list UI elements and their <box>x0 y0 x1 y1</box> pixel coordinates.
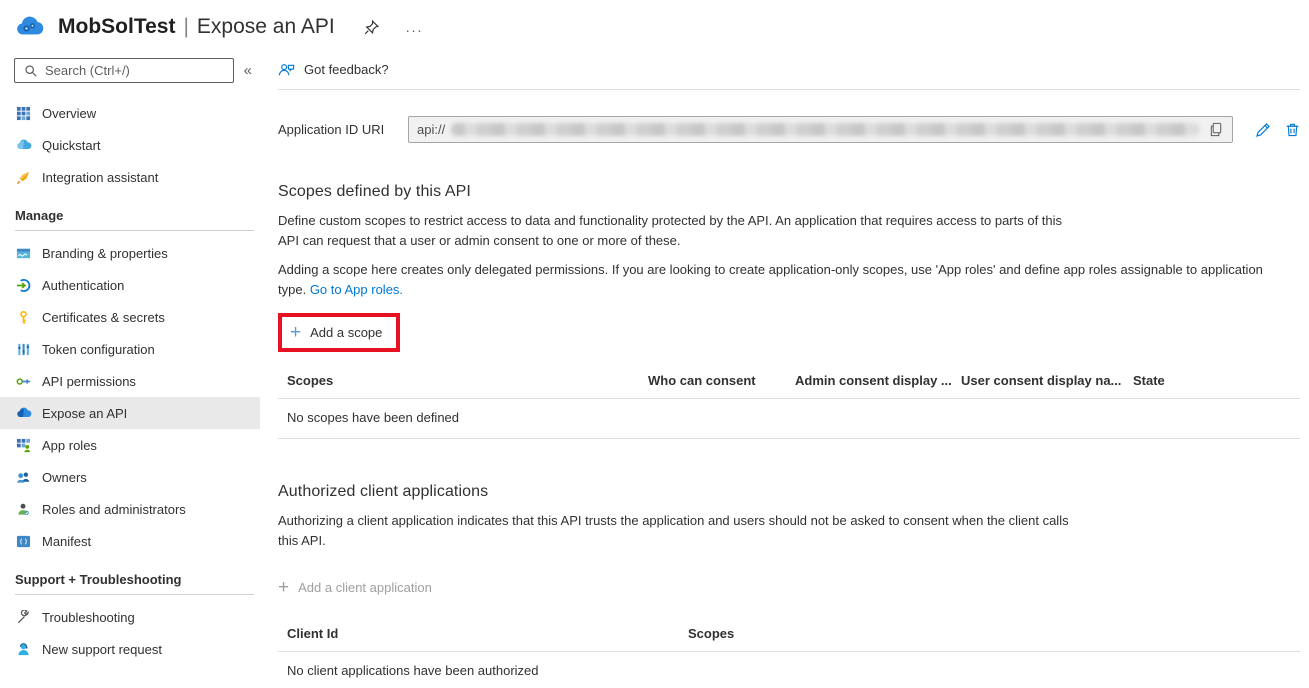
add-a-client-application-button[interactable]: + Add a client application <box>278 572 446 603</box>
sidebar-item-owners[interactable]: Owners <box>0 461 260 493</box>
scopes-empty-message: No scopes have been defined <box>278 399 1300 439</box>
app-cloud-badge-icon <box>14 11 46 43</box>
sidebar-item-label: Expose an API <box>42 406 127 421</box>
sidebar-section-support: Support + Troubleshooting <box>0 557 260 594</box>
sidebar-item-new-support-request[interactable]: New support request <box>0 633 260 665</box>
divider <box>15 230 254 231</box>
sidebar-item-token-configuration[interactable]: Token configuration <box>0 333 260 365</box>
authorized-clients-heading: Authorized client applications <box>278 483 1300 501</box>
quickstart-cloud-icon <box>15 137 32 154</box>
sidebar-item-label: Token configuration <box>42 342 155 357</box>
sidebar-item-label: Manifest <box>42 534 91 549</box>
sliders-icon <box>15 341 32 358</box>
application-id-uri-prefix: api:// <box>417 122 445 137</box>
application-id-uri-label: Application ID URI <box>278 122 396 137</box>
sidebar-item-label: App roles <box>42 438 97 453</box>
pin-icon[interactable] <box>363 19 380 36</box>
sidebar-item-manifest[interactable]: Manifest <box>0 525 260 557</box>
edit-pencil-icon[interactable] <box>1255 122 1271 138</box>
application-id-uri-value-redacted <box>451 123 1199 136</box>
picture-icon <box>15 245 32 262</box>
cloud-icon <box>15 405 32 422</box>
add-a-scope-button[interactable]: + Add a scope <box>282 317 396 348</box>
sidebar-item-authentication[interactable]: Authentication <box>0 269 260 301</box>
sidebar-item-certificates-secrets[interactable]: Certificates & secrets <box>0 301 260 333</box>
collapse-sidebar-chevron[interactable]: « <box>244 62 252 79</box>
scopes-description-1: Define custom scopes to restrict access … <box>278 211 1078 250</box>
divider <box>15 594 254 595</box>
signin-arrow-icon <box>15 277 32 294</box>
sidebar-item-label: Troubleshooting <box>42 610 135 625</box>
column-header-client-id: Client Id <box>278 617 679 652</box>
got-feedback-label: Got feedback? <box>304 62 389 77</box>
sidebar-item-label: Roles and administrators <box>42 502 186 517</box>
sidebar-item-troubleshooting[interactable]: Troubleshooting <box>0 601 260 633</box>
people-icon <box>15 469 32 486</box>
plus-icon: + <box>278 578 289 597</box>
rocket-icon <box>15 169 32 186</box>
sidebar-section-manage: Manage <box>0 193 260 230</box>
column-header-state: State <box>1124 364 1300 399</box>
sidebar-item-label: Authentication <box>42 278 124 293</box>
search-icon <box>22 62 39 79</box>
feedback-icon <box>278 61 295 78</box>
sidebar-item-api-permissions[interactable]: API permissions <box>0 365 260 397</box>
sidebar-item-roles-administrators[interactable]: Roles and administrators <box>0 493 260 525</box>
add-a-scope-label: Add a scope <box>310 325 382 340</box>
sidebar-item-label: New support request <box>42 642 162 657</box>
application-id-uri-field[interactable]: api:// <box>408 116 1233 143</box>
grid-icon <box>15 105 32 122</box>
sidebar-item-label: Branding & properties <box>42 246 168 261</box>
authorized-clients-description: Authorizing a client application indicat… <box>278 511 1088 550</box>
app-name: MobSolTest <box>58 15 175 39</box>
sidebar-item-label: Owners <box>42 470 87 485</box>
column-header-scopes: Scopes <box>278 364 639 399</box>
title-separator: | <box>183 15 188 39</box>
sidebar-item-app-roles[interactable]: App roles <box>0 429 260 461</box>
sidebar-item-label: Quickstart <box>42 138 101 153</box>
scopes-table: Scopes Who can consent Admin consent dis… <box>278 364 1300 439</box>
scopes-description-2: Adding a scope here creates only delegat… <box>278 260 1278 299</box>
got-feedback-button[interactable]: Got feedback? <box>278 50 1300 90</box>
manifest-icon <box>15 533 32 550</box>
highlight-red-box: + Add a scope <box>278 313 400 352</box>
more-options-icon[interactable]: ... <box>406 19 424 35</box>
sidebar-item-expose-an-api[interactable]: Expose an API <box>0 397 260 429</box>
scopes-description-2-text: Adding a scope here creates only delegat… <box>278 262 1263 297</box>
clients-empty-message: No client applications have been authori… <box>278 652 1300 688</box>
column-header-user-consent-display: User consent display na... <box>952 364 1124 399</box>
page-title: MobSolTest | Expose an API <box>58 15 335 39</box>
sidebar-item-label: Integration assistant <box>42 170 158 185</box>
sidebar-item-quickstart[interactable]: Quickstart <box>0 129 260 161</box>
copy-icon[interactable] <box>1209 122 1224 137</box>
sidebar-item-integration-assistant[interactable]: Integration assistant <box>0 161 260 193</box>
column-header-who-can-consent: Who can consent <box>639 364 786 399</box>
blade-content: Got feedback? Application ID URI api:// <box>260 48 1309 688</box>
add-a-client-application-label: Add a client application <box>298 580 432 595</box>
column-header-admin-consent-display: Admin consent display ... <box>786 364 952 399</box>
sidebar-item-label: Certificates & secrets <box>42 310 165 325</box>
admin-person-icon <box>15 501 32 518</box>
sidebar-item-overview[interactable]: Overview <box>0 97 260 129</box>
wrench-icon <box>15 609 32 626</box>
delete-trash-icon[interactable] <box>1285 122 1300 137</box>
sidebar-search[interactable] <box>14 58 234 83</box>
client-applications-table: Client Id Scopes No client applications … <box>278 617 1300 688</box>
plug-icon <box>15 373 32 390</box>
sidebar-item-label: Overview <box>42 106 96 121</box>
sidebar-item-branding-properties[interactable]: Branding & properties <box>0 237 260 269</box>
sidebar: « Overview <box>0 48 260 688</box>
go-to-app-roles-link[interactable]: Go to App roles. <box>310 282 403 297</box>
key-icon <box>15 309 32 326</box>
app-roles-icon <box>15 437 32 454</box>
application-id-uri-row: Application ID URI api:// <box>278 116 1300 143</box>
support-person-icon <box>15 641 32 658</box>
sidebar-item-label: API permissions <box>42 374 136 389</box>
page-header: MobSolTest | Expose an API ... <box>0 0 1309 48</box>
blade-title: Expose an API <box>197 15 335 39</box>
plus-icon: + <box>290 323 301 342</box>
scopes-section-heading: Scopes defined by this API <box>278 183 1300 201</box>
column-header-client-scopes: Scopes <box>679 617 1300 652</box>
search-input[interactable] <box>45 63 226 78</box>
